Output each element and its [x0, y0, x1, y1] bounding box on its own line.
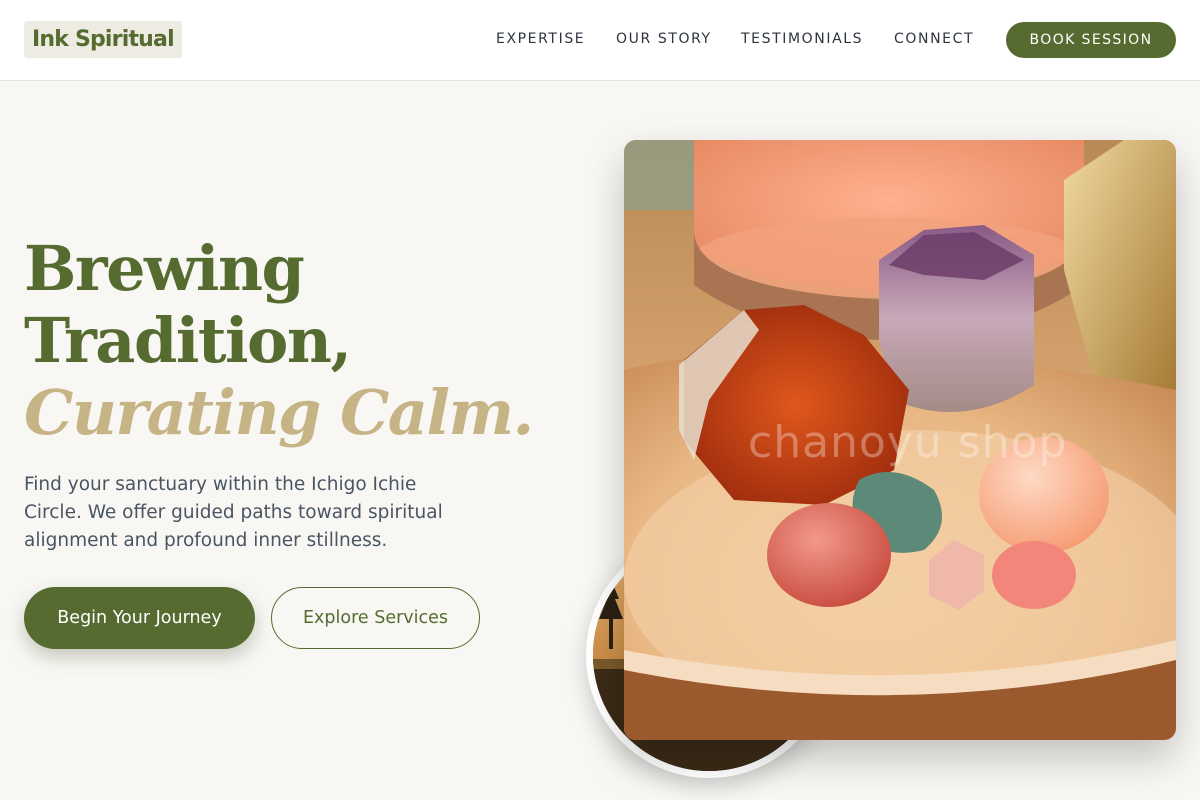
headline-accent-curating-calm: Curating Calm. [24, 376, 534, 449]
begin-journey-button[interactable]: Begin Your Journey [24, 587, 255, 649]
explore-services-button[interactable]: Explore Services [271, 587, 480, 649]
hero-headline: Brewing Tradition, Curating Calm. [24, 232, 534, 449]
nav-link-our-story[interactable]: OUR STORY [616, 31, 712, 47]
brand-logo[interactable]: Ink Spiritual [24, 21, 182, 58]
nav-link-connect[interactable]: CONNECT [894, 31, 974, 47]
nav-link-expertise[interactable]: EXPERTISE [496, 31, 585, 47]
image-watermark: chanoyu shop [748, 417, 1068, 468]
nav-link-testimonials[interactable]: TESTIMONIALS [741, 31, 863, 47]
crystals-hero-image: chanoyu shop [624, 140, 1176, 740]
headline-line-tradition: Tradition, [24, 304, 352, 377]
headline-line-brewing: Brewing [24, 232, 305, 305]
hero-subtitle: Find your sanctuary within the Ichigo Ic… [24, 474, 443, 551]
book-session-button[interactable]: BOOK SESSION [1006, 22, 1176, 58]
top-navigation-bar: Ink Spiritual EXPERTISE OUR STORY TESTIM… [0, 0, 1200, 81]
